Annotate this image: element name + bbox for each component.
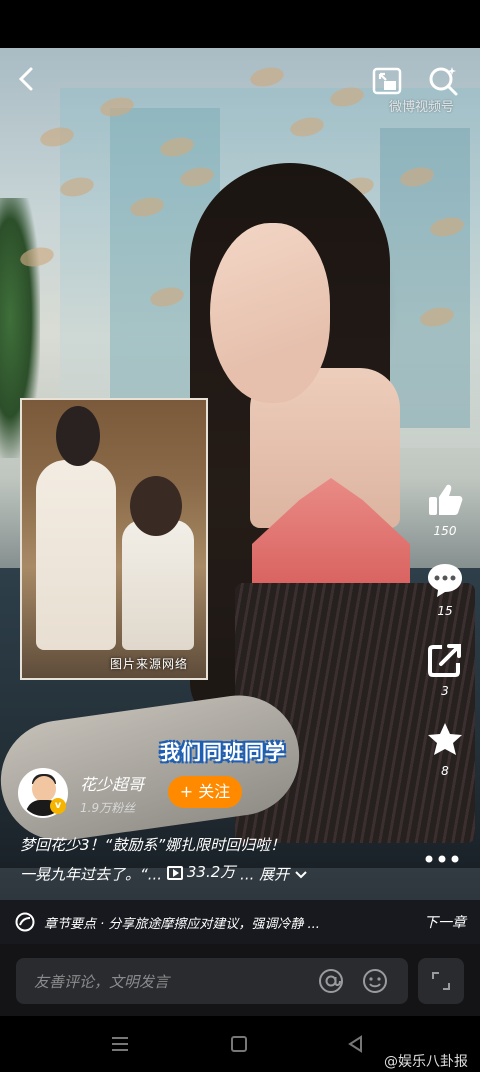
verified-badge: v: [50, 798, 66, 814]
inset-person: [36, 460, 116, 650]
more-dots-icon: [425, 855, 459, 863]
expand-comment-button[interactable]: [418, 958, 464, 1004]
video-subtitle: 我们同班同学: [160, 740, 286, 764]
like-count: 150: [433, 524, 457, 538]
search-button[interactable]: [426, 64, 460, 98]
chevron-down-icon: [295, 870, 307, 878]
share-icon: [428, 644, 461, 677]
inset-photo: 图片来源网络: [20, 398, 208, 680]
mention-icon[interactable]: [318, 968, 344, 994]
video-description[interactable]: 梦回花少3！“鼓励系”娜扎限时回归啦！ 一晃九年过去了。“... 33.2万 .…: [20, 832, 380, 889]
chapter-bar[interactable]: 章节要点 · 分享旅途摩擦应对建议，强调冷静 ... 下一章: [0, 900, 480, 944]
pip-button[interactable]: [370, 64, 404, 98]
more-options-button[interactable]: [424, 846, 460, 866]
favorite-count: 8: [441, 764, 449, 778]
back-button[interactable]: [12, 64, 42, 94]
next-chapter-button[interactable]: 下一章: [424, 912, 466, 932]
share-button[interactable]: 3: [420, 640, 470, 698]
inset-caption: 图片来源网络: [110, 657, 189, 671]
like-button[interactable]: 150: [420, 480, 470, 538]
inset-person: [122, 520, 194, 650]
brand-watermark: @娱乐八卦报: [384, 1054, 468, 1070]
picture-in-picture-icon: [372, 67, 402, 95]
comment-count: 15: [437, 604, 453, 618]
back-triangle-icon[interactable]: [346, 1034, 366, 1054]
inset-person-head: [56, 406, 100, 466]
status-bar: [0, 0, 480, 48]
menu-icon[interactable]: [110, 1034, 130, 1054]
view-count: 33.2万: [166, 859, 236, 886]
share-count: 3: [441, 684, 449, 698]
favorite-button[interactable]: 8: [420, 720, 470, 778]
inset-person-head: [130, 476, 182, 536]
comment-button[interactable]: 15: [420, 560, 470, 618]
view-count-value: 33.2万: [186, 863, 236, 881]
comment-placeholder: 友善评论，文明发言: [34, 973, 170, 991]
description-line: 一晃九年过去了。“... 33.2万 ... 展开: [20, 859, 380, 889]
decor-leaf: [248, 64, 286, 90]
thumbs-up-icon: [429, 484, 463, 515]
chapter-text: 章节要点 · 分享旅途摩擦应对建议，强调冷静 ...: [44, 916, 320, 932]
expand-icon: [432, 972, 450, 990]
author-fans-count: 1.9万粉丝: [80, 800, 136, 815]
chevron-left-icon: [18, 67, 33, 91]
person-face: [210, 223, 330, 403]
star-icon: [428, 723, 462, 755]
description-line: 梦回花少3！“鼓励系”娜扎限时回归啦！: [20, 836, 286, 854]
emoji-icon[interactable]: [362, 968, 388, 994]
follow-button[interactable]: + 关注: [168, 776, 242, 808]
comment-bar: 友善评论，文明发言: [0, 944, 480, 1016]
home-icon[interactable]: [229, 1034, 249, 1054]
expand-link[interactable]: ... 展开: [240, 866, 289, 884]
author-info[interactable]: 花少超哥 1.9万粉丝: [18, 768, 144, 818]
search-icon: [429, 67, 458, 96]
play-icon: [166, 865, 183, 880]
comment-bubble-icon: [428, 564, 462, 597]
comment-input[interactable]: 友善评论，文明发言: [16, 958, 408, 1004]
chapter-icon: [15, 912, 35, 932]
weibo-video-watermark: 微博视频号: [388, 100, 454, 115]
action-rail: 150 15 3 8: [420, 480, 470, 800]
description-text: 一晃九年过去了。“...: [20, 865, 163, 884]
author-name[interactable]: 花少超哥: [80, 771, 144, 795]
